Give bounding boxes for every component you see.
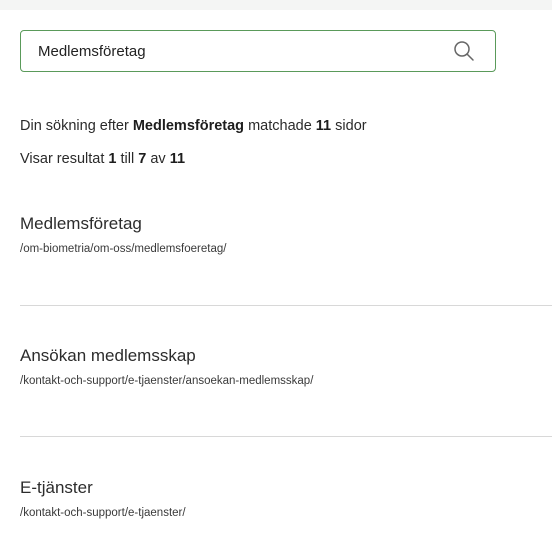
result-title-link[interactable]: Ansökan medlemsskap <box>20 346 313 366</box>
result-title-link[interactable]: E-tjänster <box>20 478 186 498</box>
search-results-page: Din sökning efter Medlemsföretag matchad… <box>0 0 552 559</box>
result-url-link[interactable]: /kontakt-och-support/e-tjaenster/ <box>20 507 186 519</box>
range-from: 1 <box>108 151 117 167</box>
result-item: Ansökan medlemsskap /kontakt-och-support… <box>20 346 313 387</box>
result-item: E-tjänster /kontakt-och-support/e-tjaens… <box>20 478 186 519</box>
result-divider <box>20 436 552 437</box>
search-box[interactable] <box>20 30 496 72</box>
result-item: Medlemsföretag /om-biometria/om-oss/medl… <box>20 214 226 255</box>
summary-middle: matchade <box>248 118 312 134</box>
summary-match-count: 11 <box>315 118 332 134</box>
result-url-link[interactable]: /om-biometria/om-oss/medlemsfoeretag/ <box>20 243 226 255</box>
search-input[interactable] <box>21 31 441 71</box>
range-to: 7 <box>138 151 147 167</box>
result-title-link[interactable]: Medlemsföretag <box>20 214 226 234</box>
range-total: 11 <box>169 151 186 167</box>
search-summary: Din sökning efter Medlemsföretag matchad… <box>20 118 367 134</box>
result-divider <box>20 305 552 306</box>
result-range: Visar resultat 1 till 7 av 11 <box>20 151 185 167</box>
result-url-link[interactable]: /kontakt-och-support/e-tjaenster/ansoeka… <box>20 375 313 387</box>
summary-query: Medlemsföretag <box>132 118 245 134</box>
top-strip <box>0 0 552 10</box>
summary-prefix: Din sökning efter <box>20 118 129 134</box>
range-till: till <box>120 151 135 167</box>
search-icon[interactable] <box>453 40 475 62</box>
range-av: av <box>150 151 166 167</box>
summary-suffix: sidor <box>335 118 367 134</box>
range-prefix: Visar resultat <box>20 151 105 167</box>
